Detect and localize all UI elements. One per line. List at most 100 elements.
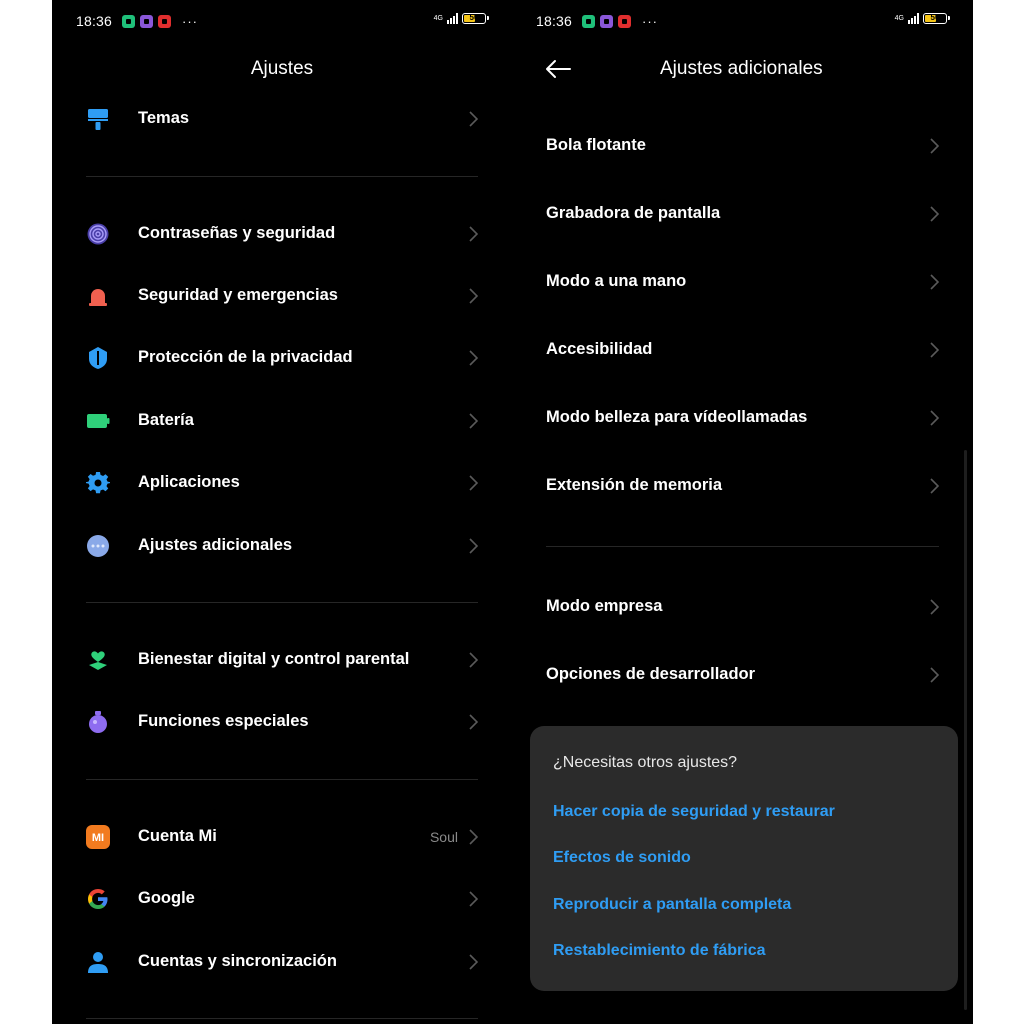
setting-memory-extension[interactable]: Extensión de memoria [512, 456, 973, 516]
divider [86, 602, 478, 603]
chevron-right-icon [469, 538, 478, 554]
more-dots-icon [87, 535, 109, 557]
theme-icon [88, 109, 108, 130]
page-title: Ajustes [250, 58, 314, 79]
app-notification-icon [122, 15, 135, 28]
item-label: Ajustes adicionales [138, 536, 293, 554]
notification-icons: ··· [582, 14, 658, 29]
item-label: Contraseñas y seguridad [138, 224, 336, 242]
setting-enterprise-mode[interactable]: Modo empresa [512, 577, 973, 637]
status-time: 18:36 [76, 13, 113, 29]
chevron-right-icon [469, 350, 478, 366]
chevron-right-icon [930, 410, 939, 426]
signal-icon [908, 13, 919, 24]
settings-item-accounts-sync[interactable]: Cuentas y sincronización [52, 932, 512, 992]
settings-item-digital-wellbeing[interactable]: Bienestar digital y control parental [52, 630, 512, 690]
battery-status-icon: 50 [462, 13, 489, 24]
settings-item-special-features[interactable]: Funciones especiales [52, 692, 512, 752]
chevron-right-icon [469, 413, 478, 429]
chevron-right-icon [469, 714, 478, 730]
chevron-right-icon [930, 138, 939, 154]
link-backup-restore[interactable]: Hacer copia de seguridad y restaurar [553, 803, 835, 821]
settings-item-passwords-security[interactable]: Contraseñas y seguridad [52, 204, 512, 264]
chevron-right-icon [930, 667, 939, 683]
emergency-icon [89, 289, 107, 306]
status-indicators: 4G 50 [433, 13, 489, 24]
status-time: 18:36 [536, 13, 573, 29]
settings-item-temas[interactable]: Temas [52, 89, 512, 149]
fingerprint-icon [87, 223, 109, 245]
item-label: Accesibilidad [546, 340, 653, 358]
item-label: Modo a una mano [546, 272, 687, 290]
link-factory-reset[interactable]: Restablecimiento de fábrica [553, 942, 766, 960]
network-type: 4G [433, 15, 443, 22]
item-label: Aplicaciones [138, 473, 240, 491]
link-sound-effects[interactable]: Efectos de sonido [553, 849, 691, 867]
chevron-right-icon [930, 342, 939, 358]
item-label: Temas [138, 109, 190, 127]
mi-account-icon: MI [86, 825, 110, 849]
battery-status-icon: 50 [923, 13, 950, 24]
setting-accessibility[interactable]: Accesibilidad [512, 320, 973, 380]
chevron-right-icon [469, 475, 478, 491]
youtube-notification-icon [158, 15, 171, 28]
settings-item-mi-account[interactable]: MI Cuenta Mi Soul [52, 807, 512, 867]
item-label: Cuenta Mi [138, 827, 217, 845]
notification-icons: ··· [122, 14, 198, 29]
google-icon [88, 889, 108, 909]
item-label: Bola flotante [546, 136, 646, 154]
settings-item-safety-emergency[interactable]: Seguridad y emergencias [52, 266, 512, 326]
status-bar: 18:36 ··· 4G 50 [512, 0, 973, 42]
settings-item-additional[interactable]: Ajustes adicionales [52, 516, 512, 576]
setting-floating-ball[interactable]: Bola flotante [512, 116, 973, 176]
app-notification-icon [140, 15, 153, 28]
settings-item-privacy[interactable]: Protección de la privacidad [52, 328, 512, 388]
item-label: Bienestar digital y control parental [138, 650, 410, 668]
chevron-right-icon [469, 891, 478, 907]
item-label: Modo empresa [546, 597, 663, 615]
chevron-right-icon [930, 599, 939, 615]
item-label: Funciones especiales [138, 712, 309, 730]
chevron-right-icon [930, 478, 939, 494]
item-label: Google [138, 889, 195, 907]
chevron-right-icon [469, 652, 478, 668]
status-indicators: 4G 50 [895, 13, 950, 24]
chevron-right-icon [469, 829, 478, 845]
item-label: Protección de la privacidad [138, 348, 353, 366]
setting-developer-options[interactable]: Opciones de desarrollador [512, 645, 973, 705]
page-title: Ajustes adicionales [660, 58, 823, 79]
other-settings-card: ¿Necesitas otros ajustes? Hacer copia de… [530, 726, 958, 991]
settings-item-apps[interactable]: Aplicaciones [52, 453, 512, 513]
mi-account-value: Soul [429, 829, 458, 845]
wellbeing-icon [89, 651, 107, 670]
setting-one-handed-mode[interactable]: Modo a una mano [512, 252, 973, 312]
battery-icon [87, 414, 110, 428]
status-bar: 18:36 ··· 4G 50 [52, 0, 512, 42]
chevron-right-icon [469, 288, 478, 304]
card-title: ¿Necesitas otros ajustes? [553, 754, 738, 771]
scrollbar[interactable] [964, 450, 967, 1010]
item-label: Grabadora de pantalla [546, 204, 721, 222]
svg-text:MI: MI [92, 832, 104, 844]
app-notification-icon [600, 15, 613, 28]
setting-screen-recorder[interactable]: Grabadora de pantalla [512, 184, 973, 244]
settings-item-google[interactable]: Google [52, 869, 512, 929]
more-notifications-icon: ··· [642, 14, 658, 29]
back-arrow-icon[interactable] [544, 58, 572, 80]
link-fullscreen-playback[interactable]: Reproducir a pantalla completa [553, 896, 791, 914]
app-notification-icon [582, 15, 595, 28]
special-features-icon [89, 711, 107, 733]
divider [546, 546, 939, 547]
setting-video-call-beauty[interactable]: Modo belleza para vídeollamadas [512, 388, 973, 448]
divider [86, 1018, 478, 1019]
item-label: Opciones de desarrollador [546, 665, 756, 683]
item-label: Modo belleza para vídeollamadas [546, 408, 808, 426]
signal-icon [447, 13, 458, 24]
additional-settings-screen: 18:36 ··· 4G 50 Ajustes adicionales Bola… [512, 0, 973, 1024]
item-label: Seguridad y emergencias [138, 286, 338, 304]
chevron-right-icon [469, 226, 478, 242]
item-label: Extensión de memoria [546, 476, 723, 494]
divider [86, 779, 478, 780]
settings-item-battery[interactable]: Batería [52, 391, 512, 451]
item-label: Batería [138, 411, 194, 429]
